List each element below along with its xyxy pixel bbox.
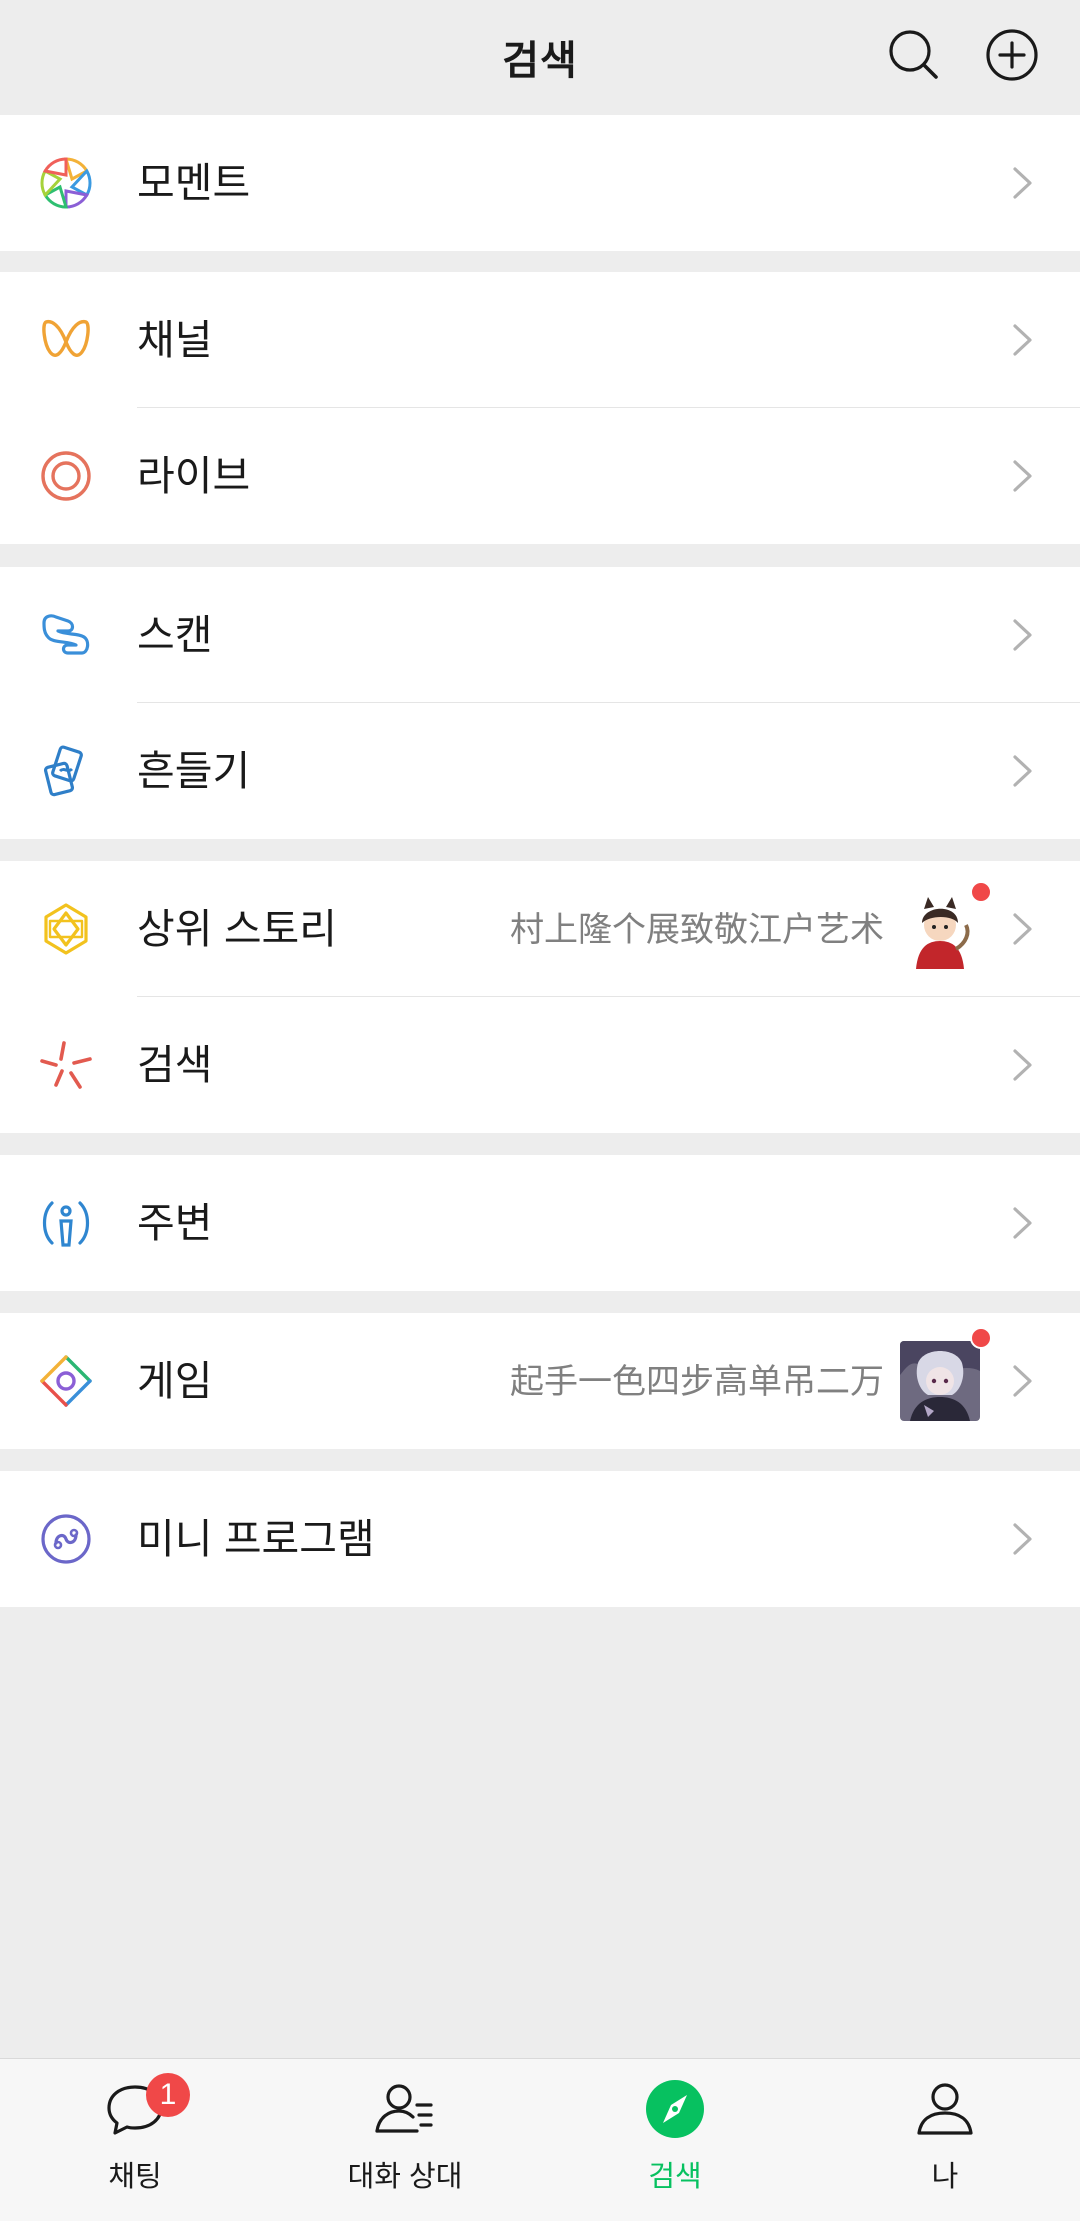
games-preview-text: 起手一色四步高单吊二万 [510, 1363, 884, 1401]
menu-item-live[interactable]: 라이브 [0, 408, 1080, 544]
top-stories-icon [38, 901, 94, 957]
tab-discover[interactable]: 검색 [540, 2059, 810, 2221]
moments-aperture-icon [38, 155, 94, 211]
top-header: 검색 [0, 0, 1080, 114]
menu-item-label: 채널 [137, 317, 213, 363]
group-games: 게임 起手一色四步高单吊二万 [0, 1313, 1080, 1449]
menu-item-search[interactable]: 검색 [0, 997, 1080, 1133]
menu-item-label: 스캔 [137, 612, 213, 658]
games-thumbnail [900, 1341, 980, 1421]
top-stories-thumbnail [900, 889, 980, 969]
chevron-right-icon [1010, 320, 1036, 360]
notification-dot [970, 1327, 992, 1349]
tab-label: 대화 상대 [347, 2161, 463, 2193]
chevron-right-icon [1010, 615, 1036, 655]
group-nearby: 주변 [0, 1155, 1080, 1291]
menu-item-label: 게임 [137, 1358, 213, 1404]
tab-label: 채팅 [108, 2161, 162, 2193]
contacts-icon [373, 2077, 437, 2141]
games-icon [38, 1353, 94, 1409]
group-channels-live: 채널 라이브 [0, 272, 1080, 544]
scan-icon [38, 607, 94, 663]
menu-item-scan[interactable]: 스캔 [0, 567, 1080, 703]
group-moments: 모멘트 [0, 115, 1080, 251]
chevron-right-icon [1010, 1045, 1036, 1085]
tab-contacts[interactable]: 대화 상대 [270, 2059, 540, 2221]
shake-icon [38, 743, 94, 799]
menu-item-shake[interactable]: 흔들기 [0, 703, 1080, 839]
chevron-right-icon [1010, 456, 1036, 496]
menu-item-top-stories[interactable]: 상위 스토리 村上隆个展致敬江户艺术 [0, 861, 1080, 997]
menu-item-label: 흔들기 [137, 748, 251, 794]
discover-compass-icon [643, 2077, 707, 2141]
search-sparkle-icon [38, 1037, 94, 1093]
nearby-icon [38, 1195, 94, 1251]
menu-item-moments[interactable]: 모멘트 [0, 115, 1080, 251]
tab-label: 나 [931, 2161, 959, 2193]
menu-item-games[interactable]: 게임 起手一色四步高单吊二万 [0, 1313, 1080, 1449]
chevron-right-icon [1010, 1361, 1036, 1401]
bottom-tab-bar: 1 채팅 대화 상대 검색 나 [0, 2058, 1080, 2221]
group-stories-search: 상위 스토리 村上隆个展致敬江户艺术 검색 [0, 861, 1080, 1133]
menu-item-label: 모멘트 [137, 160, 251, 206]
chevron-right-icon [1010, 163, 1036, 203]
tab-me[interactable]: 나 [810, 2059, 1080, 2221]
menu-item-label: 주변 [137, 1200, 213, 1246]
chevron-right-icon [1010, 751, 1036, 791]
menu-item-nearby[interactable]: 주변 [0, 1155, 1080, 1291]
menu-item-channels[interactable]: 채널 [0, 272, 1080, 408]
chevron-right-icon [1010, 1519, 1036, 1559]
plus-circle-icon[interactable] [984, 27, 1040, 83]
menu-item-label: 미니 프로그램 [137, 1516, 375, 1562]
unread-badge: 1 [146, 2073, 190, 2117]
group-mini-programs: 미니 프로그램 [0, 1471, 1080, 1607]
mini-programs-icon [38, 1511, 94, 1567]
chevron-right-icon [1010, 1203, 1036, 1243]
group-scan-shake: 스캔 흔들기 [0, 567, 1080, 839]
tab-label: 검색 [648, 2161, 702, 2193]
chevron-right-icon [1010, 909, 1036, 949]
menu-item-mini-programs[interactable]: 미니 프로그램 [0, 1471, 1080, 1607]
notification-dot [970, 881, 992, 903]
top-stories-preview-text: 村上隆个展致敬江户艺术 [510, 911, 884, 949]
me-person-icon [913, 2077, 977, 2141]
channels-icon [38, 312, 94, 368]
menu-item-label: 상위 스토리 [137, 906, 337, 952]
live-icon [38, 448, 94, 504]
tab-chats[interactable]: 1 채팅 [0, 2059, 270, 2221]
menu-item-label: 라이브 [137, 453, 251, 499]
menu-item-label: 검색 [137, 1042, 213, 1088]
search-icon[interactable] [886, 27, 942, 83]
